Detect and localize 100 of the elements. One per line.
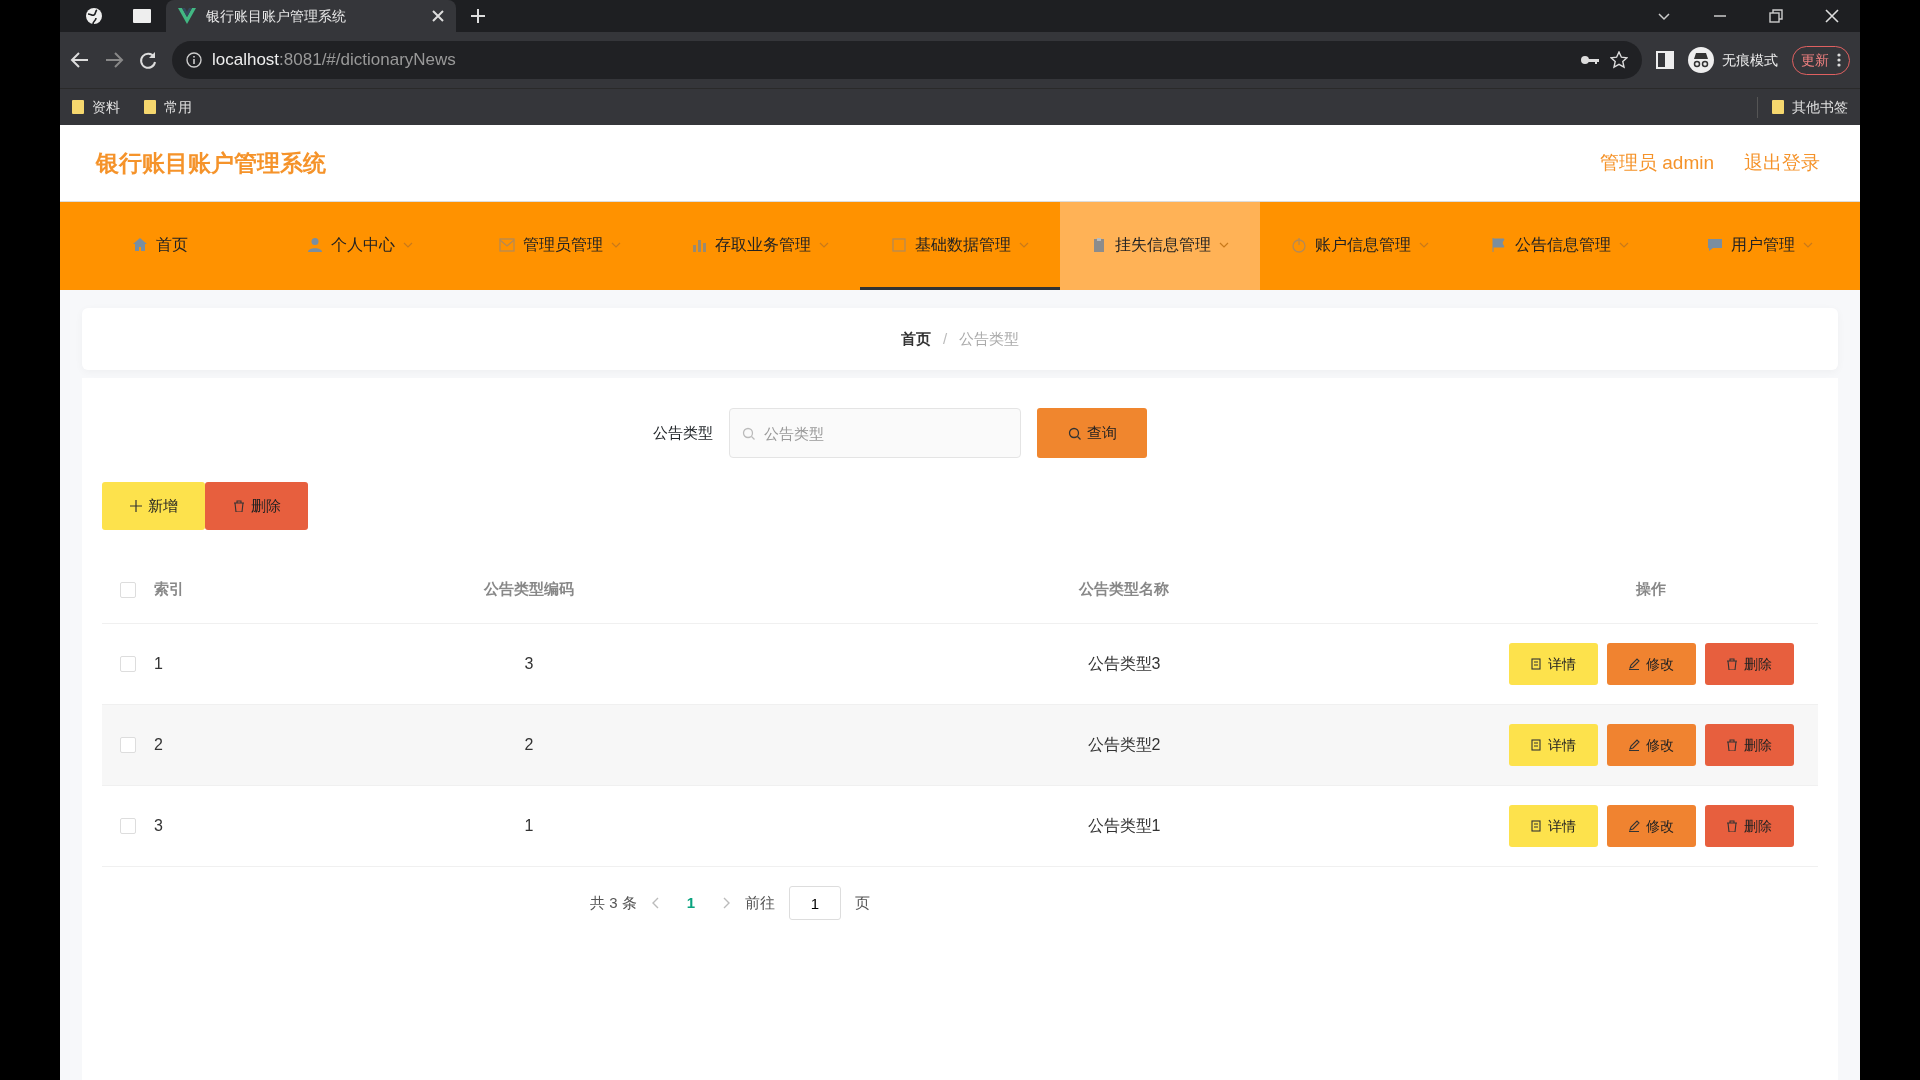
table-cell-text: 3: [523, 654, 535, 674]
add-button[interactable]: 新增: [102, 482, 205, 530]
url-text: localhost:8081/#/dictionaryNews: [212, 49, 456, 72]
browser-tab[interactable]: 银行账目账户管理系统: [166, 0, 456, 32]
reload-icon[interactable]: [138, 50, 158, 70]
forward-icon[interactable]: [104, 50, 124, 70]
table-cell-text: 1: [154, 654, 164, 674]
restore-icon[interactable]: [1768, 8, 1784, 24]
pencil-icon: [1628, 739, 1640, 751]
delete-button[interactable]: 删除: [1704, 724, 1794, 766]
edit-button[interactable]: 修改: [1606, 805, 1696, 847]
back-icon[interactable]: [70, 50, 90, 70]
search-icon: [1067, 426, 1081, 440]
chat-icon: [1707, 236, 1723, 253]
side-panel-icon[interactable]: [1656, 51, 1674, 69]
flag-icon: [1491, 236, 1507, 253]
document-icon: [1530, 820, 1542, 832]
caret-icon: [1619, 241, 1629, 248]
pencil-icon: [1628, 658, 1640, 670]
delete-button[interactable]: 删除: [1704, 805, 1794, 847]
trash-icon: [1726, 658, 1738, 670]
nav-item[interactable]: 个人中心: [260, 202, 460, 290]
trash-icon: [1726, 739, 1738, 751]
folder-icon: [144, 99, 156, 115]
power-icon: [1291, 236, 1307, 253]
tab-title: 银行账目账户管理系统: [206, 6, 347, 26]
caret-icon: [1419, 241, 1429, 248]
profile-label: 无痕模式: [1722, 50, 1778, 70]
nav-item[interactable]: 用户管理: [1660, 202, 1860, 290]
detail-button[interactable]: 详情: [1508, 724, 1598, 766]
delete-button[interactable]: 删除: [205, 482, 308, 530]
app-title: 银行账目账户管理系统: [96, 148, 326, 178]
key-icon[interactable]: [1580, 53, 1600, 67]
delete-button[interactable]: 删除: [1704, 643, 1794, 685]
envelope-icon: [499, 236, 515, 253]
column-header: 索引: [154, 579, 185, 600]
nav-item[interactable]: 公告信息管理: [1460, 202, 1660, 290]
document-icon: [1530, 739, 1542, 751]
bookmark[interactable]: 资料: [72, 96, 120, 118]
caret-icon: [403, 241, 413, 248]
user-icon: [307, 236, 323, 253]
trash-icon: [232, 500, 245, 512]
column-header: 公告类型编码: [482, 579, 575, 600]
checkbox[interactable]: [120, 818, 136, 834]
square-icon: [891, 236, 907, 253]
nav-item[interactable]: 首页: [60, 202, 260, 290]
folder-icon: [1772, 99, 1784, 115]
caret-icon: [1219, 241, 1229, 248]
caret-icon: [611, 241, 621, 248]
checkbox[interactable]: [120, 737, 136, 753]
nav-item[interactable]: 管理员管理: [460, 202, 660, 290]
caret-icon: [819, 241, 829, 248]
breadcrumb-link[interactable]: 首页: [900, 327, 931, 351]
checkbox[interactable]: [120, 581, 136, 598]
edit-button[interactable]: 修改: [1606, 724, 1696, 766]
plus-icon: [129, 500, 142, 512]
caret-icon: [1019, 241, 1029, 248]
nav-item[interactable]: 挂失信息管理: [1060, 202, 1260, 290]
home-icon: [132, 236, 148, 253]
detail-button[interactable]: 详情: [1508, 643, 1598, 685]
caret-icon: [1803, 241, 1813, 248]
total-count: 共 3 条: [590, 892, 637, 913]
bookmark[interactable]: 常用: [144, 96, 192, 118]
table-cell-text: 公告类型3: [1086, 654, 1162, 674]
edit-button[interactable]: 修改: [1606, 643, 1696, 685]
bookmark[interactable]: 其他书签: [1757, 96, 1848, 118]
checkbox[interactable]: [120, 656, 136, 672]
globe-icon[interactable]: [84, 6, 104, 26]
nav-item[interactable]: 存取业务管理: [660, 202, 860, 290]
incognito-icon[interactable]: [1688, 47, 1714, 73]
detail-button[interactable]: 详情: [1508, 805, 1598, 847]
table-cell-text: 2: [523, 735, 535, 755]
goto-label: 前往: [745, 892, 775, 913]
table-cell-text: 2: [154, 735, 164, 755]
address-bar[interactable]: localhost:8081/#/dictionaryNews: [172, 41, 1642, 79]
close-icon[interactable]: [432, 10, 444, 22]
info-icon: [186, 52, 202, 68]
column-header: 公告类型名称: [1077, 579, 1170, 600]
vue-logo-icon: [178, 8, 196, 24]
table-cell-text: 公告类型1: [1086, 816, 1162, 836]
table-cell-text: 1: [523, 816, 535, 836]
page-input[interactable]: 1: [789, 886, 841, 920]
table-cell-text: 公告类型2: [1086, 735, 1162, 755]
document-icon: [1530, 658, 1542, 670]
search-field[interactable]: 公告类型: [729, 408, 1021, 458]
breadcrumb-current: 公告类型: [959, 328, 1020, 349]
search-icon: [742, 427, 755, 440]
close-icon[interactable]: [1824, 8, 1840, 24]
pencil-icon: [1628, 820, 1640, 832]
nav-item[interactable]: 账户信息管理: [1260, 202, 1460, 290]
table-cell-text: 3: [154, 816, 164, 836]
breadcrumb-separator: /: [942, 328, 948, 349]
window-icon[interactable]: [132, 8, 152, 24]
star-icon[interactable]: [1610, 51, 1628, 69]
search-button[interactable]: 查询: [1037, 408, 1147, 458]
trash-icon: [1726, 820, 1738, 832]
folder-icon: [72, 99, 84, 115]
new-tab-icon[interactable]: [470, 8, 486, 24]
field-label: 公告类型: [653, 422, 713, 443]
clipboard-icon: [1091, 236, 1107, 253]
